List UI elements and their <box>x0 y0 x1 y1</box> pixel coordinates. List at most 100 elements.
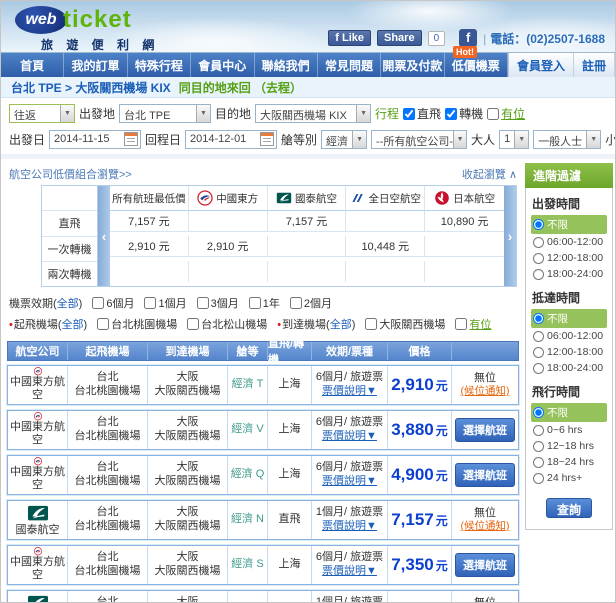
cabin-select[interactable]: 經濟 ▼ <box>321 129 368 149</box>
adult-count-select[interactable]: 1 ▼ <box>499 129 530 149</box>
direct-checkbox-input[interactable] <box>403 107 416 120</box>
depart-time-option-evening[interactable]: 18:00-24:00 <box>531 266 607 282</box>
select-flight-button[interactable]: 選擇航班 <box>455 463 515 487</box>
validity-all-link[interactable]: 全部 <box>57 298 79 310</box>
flight-row: 中國東方航空 台北 台北桃園機場 大阪 大阪關西機場 經濟 Q 上海 6個月/ 旅遊… <box>6 454 520 496</box>
validity-6month-checkbox[interactable]: 6個月 <box>92 295 134 311</box>
return-date-input[interactable] <box>186 133 259 145</box>
fare-detail-link[interactable]: 票價說明▼ <box>322 520 377 534</box>
matrix-title-link[interactable]: 航空公司低價組合瀏覽>> <box>9 166 132 182</box>
radio-input[interactable] <box>533 330 544 342</box>
price-value: 3,880 <box>391 420 434 440</box>
arrive-time-option-afternoon[interactable]: 12:00-18:00 <box>531 344 607 360</box>
validity-1year-checkbox[interactable]: 1年 <box>248 295 280 311</box>
songshan-airport-checkbox[interactable]: 台北松山機場 <box>187 316 267 332</box>
sidebar-search-button[interactable]: 查詢 <box>545 498 592 518</box>
nav-item-ticketing-payment[interactable]: 開票及付款 <box>381 53 445 77</box>
nav-item-special-trips[interactable]: 特殊行程 <box>128 53 192 77</box>
register-link[interactable]: 註冊 <box>574 53 615 77</box>
radio-input[interactable] <box>533 268 544 280</box>
duration-option-18-24[interactable]: 18~24 hrs <box>531 454 607 470</box>
available-filter-checkbox[interactable]: 有位 <box>455 316 491 332</box>
checkbox-input[interactable] <box>196 297 209 309</box>
available-seat-checkbox[interactable]: 有位 <box>487 105 525 122</box>
validity-2month-checkbox[interactable]: 2個月 <box>289 295 332 311</box>
radio-input[interactable] <box>533 424 544 436</box>
checkbox-input[interactable] <box>248 297 261 309</box>
waitlist-link[interactable]: (候位通知) <box>461 385 510 398</box>
matrix-value <box>425 261 504 282</box>
transfer-flight-checkbox[interactable]: 轉機 <box>445 105 483 122</box>
arrive-time-option-morning[interactable]: 06:00-12:00 <box>531 328 607 344</box>
nav-item-home[interactable]: 首頁 <box>1 53 65 77</box>
nav-item-faq[interactable]: 常見問題 <box>318 53 382 77</box>
select-flight-button[interactable]: 選擇航班 <box>455 418 515 442</box>
facebook-share-button[interactable]: Share <box>376 30 422 46</box>
calendar-icon[interactable] <box>124 132 139 146</box>
option-label: 12~18 hrs <box>547 440 594 452</box>
fare-detail-link[interactable]: 票價說明▼ <box>322 565 377 579</box>
arrive-time-option-any[interactable]: 不限 <box>531 309 607 328</box>
checkbox-input[interactable] <box>289 297 302 309</box>
radio-input[interactable] <box>533 456 544 468</box>
facebook-page-icon[interactable]: f <box>459 29 478 47</box>
matrix-collapse-link[interactable]: 收起瀏覽 ∧ <box>462 166 517 182</box>
origin-select[interactable]: 台北 TPE ▼ <box>119 104 212 123</box>
depart-date-input[interactable] <box>50 133 123 145</box>
transfer-checkbox-input[interactable] <box>445 107 458 120</box>
duration-option-24plus[interactable]: 24 hrs+ <box>531 470 607 486</box>
radio-input[interactable] <box>533 346 544 358</box>
arrive-all-link[interactable]: 全部 <box>330 319 352 331</box>
direct-flight-checkbox[interactable]: 直飛 <box>403 105 441 122</box>
fare-detail-link[interactable]: 票價說明▼ <box>322 475 377 489</box>
nav-item-my-orders[interactable]: 我的訂單 <box>64 53 128 77</box>
passenger-type-select[interactable]: 一般人士 ▼ <box>533 129 602 149</box>
validity-3month-checkbox[interactable]: 3個月 <box>196 295 239 311</box>
validity-1month-checkbox[interactable]: 1個月 <box>144 295 187 311</box>
checkbox-input[interactable] <box>97 318 110 330</box>
depart-time-option-afternoon[interactable]: 12:00-18:00 <box>531 250 607 266</box>
radio-input[interactable] <box>533 236 544 248</box>
col-depart-airport: 起飛機場 <box>68 342 148 360</box>
depart-time-option-morning[interactable]: 06:00-12:00 <box>531 234 607 250</box>
duration-option-0-6[interactable]: 0~6 hrs <box>531 422 607 438</box>
nav-item-member-center[interactable]: 會員中心 <box>191 53 255 77</box>
fare-detail-link[interactable]: 票價說明▼ <box>322 385 377 399</box>
facebook-like-button[interactable]: f Like <box>328 30 371 46</box>
airline-select[interactable]: --所有航空公司-- ▼ <box>371 129 468 149</box>
arrive-time-option-evening[interactable]: 18:00-24:00 <box>531 360 607 376</box>
duration-option-any[interactable]: 不限 <box>531 403 607 422</box>
member-login-link[interactable]: 會員登入 <box>509 53 575 77</box>
kansai-airport-checkbox[interactable]: 大阪關西機場 <box>365 316 445 332</box>
matrix-scroll-left-arrow[interactable]: ‹ <box>98 186 110 286</box>
radio-input[interactable] <box>533 313 544 324</box>
checkbox-input[interactable] <box>365 318 378 330</box>
radio-input[interactable] <box>533 407 544 418</box>
radio-input[interactable] <box>533 362 544 374</box>
duration-option-12-18[interactable]: 12~18 hrs <box>531 438 607 454</box>
depart-all-link[interactable]: 全部 <box>62 319 84 331</box>
nav-item-contact-us[interactable]: 聯絡我們 <box>255 53 318 77</box>
select-flight-button[interactable]: 選擇航班 <box>455 553 515 577</box>
radio-input[interactable] <box>533 440 544 452</box>
cabin-label: 艙等別 <box>281 132 318 147</box>
available-checkbox-input[interactable] <box>487 107 500 120</box>
available-label[interactable]: 有位 <box>501 105 525 122</box>
taoyuan-airport-checkbox[interactable]: 台北桃園機場 <box>97 316 177 332</box>
fare-detail-link[interactable]: 票價說明▼ <box>322 430 377 444</box>
radio-input[interactable] <box>533 252 544 264</box>
checkbox-input[interactable] <box>187 318 200 330</box>
webticket-logo[interactable]: web ticket 旅 遊 便 利 網 <box>15 6 159 53</box>
destination-select[interactable]: 大阪關西機場 KIX ▼ <box>255 104 372 123</box>
checkbox-input[interactable] <box>92 297 105 309</box>
radio-input[interactable] <box>533 472 544 484</box>
available-label[interactable]: 有位 <box>469 316 491 332</box>
radio-input[interactable] <box>533 219 544 230</box>
checkbox-input[interactable] <box>144 297 157 309</box>
calendar-icon[interactable] <box>260 132 275 146</box>
depart-time-option-any[interactable]: 不限 <box>531 215 607 234</box>
trip-type-select[interactable]: 往返 ▼ <box>9 104 75 123</box>
matrix-scroll-right-arrow[interactable]: › <box>504 186 516 286</box>
waitlist-link[interactable]: (候位通知) <box>461 520 510 533</box>
checkbox-input[interactable] <box>455 318 468 330</box>
